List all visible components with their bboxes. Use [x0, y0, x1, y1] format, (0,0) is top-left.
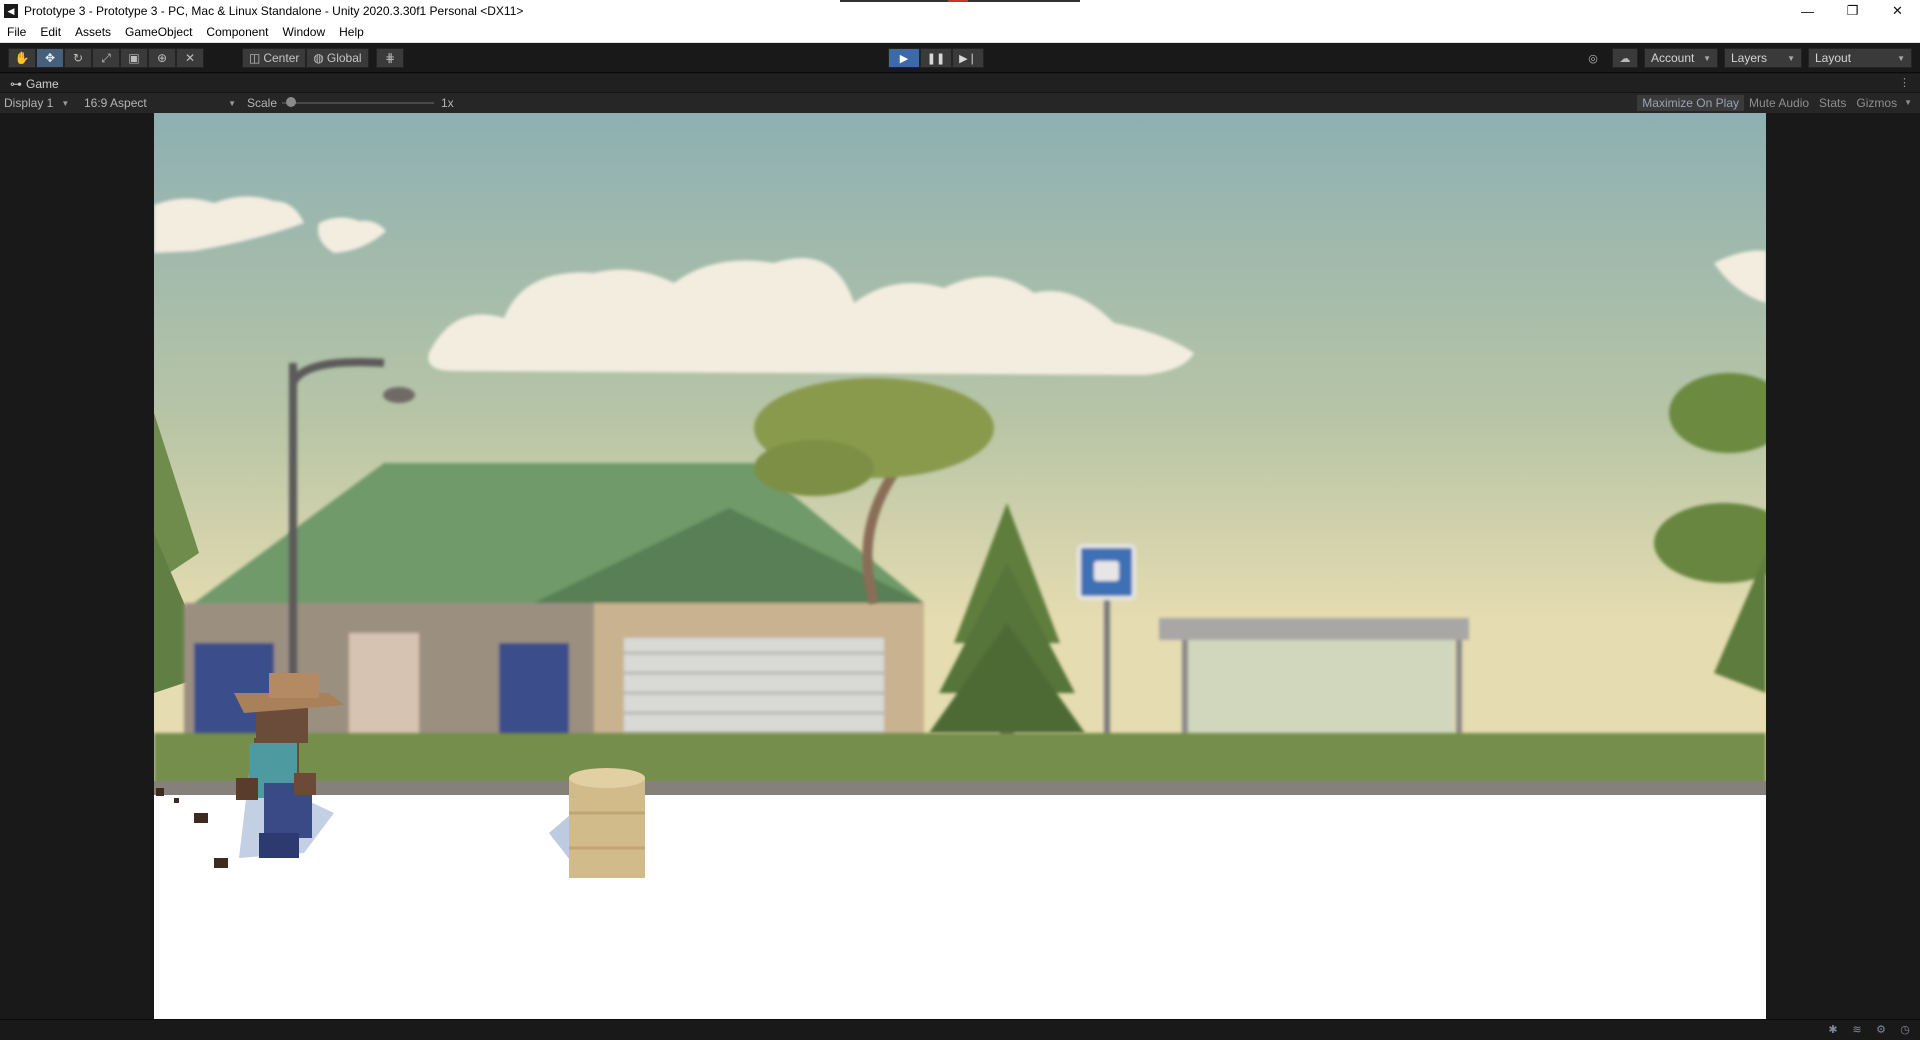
- rect-tool-icon[interactable]: ▣: [120, 48, 148, 68]
- auto-generate-lighting-icon[interactable]: ✱: [1826, 1023, 1840, 1037]
- chevron-down-icon: ▼: [1897, 53, 1905, 63]
- scale-value: 1x: [441, 96, 454, 110]
- menu-bar: File Edit Assets GameObject Component Wi…: [0, 22, 1920, 43]
- transform-tool-icon[interactable]: ⊕: [148, 48, 176, 68]
- pivot-center-icon: ◫: [249, 51, 261, 65]
- play-icon[interactable]: ▶: [888, 48, 920, 68]
- snap-tools: ⋕: [376, 48, 404, 68]
- scale-tool-icon[interactable]: ⤢: [92, 48, 120, 68]
- step-icon[interactable]: ▶❘: [952, 48, 984, 68]
- menu-window[interactable]: Window: [275, 22, 332, 43]
- pivot-tools: ◫ Center ◍ Global: [242, 48, 369, 68]
- aspect-dropdown[interactable]: 16:9 Aspect ▼: [84, 95, 236, 111]
- mute-audio-toggle[interactable]: Mute Audio: [1744, 95, 1814, 111]
- curb: [154, 781, 1766, 795]
- maximize-on-play-toggle[interactable]: Maximize On Play: [1637, 95, 1744, 111]
- toolbar-right: ◎ ☁ Account ▼ Layers ▼ Layout ▼: [1580, 48, 1912, 68]
- game-view-toolbar: Display 1 ▼ 16:9 Aspect ▼ Scale 1x Maximiz…: [0, 93, 1920, 113]
- chevron-down-icon[interactable]: ▼: [1902, 95, 1914, 111]
- chevron-down-icon: ▼: [228, 98, 236, 108]
- chevron-down-icon: ▼: [1703, 53, 1711, 63]
- collab-icon[interactable]: ◎: [1580, 48, 1606, 68]
- title-progress-indicator: [840, 0, 1080, 2]
- scale-slider-track[interactable]: [282, 102, 434, 104]
- menu-assets[interactable]: Assets: [68, 22, 118, 43]
- game-scene: [154, 113, 1766, 1019]
- menu-edit[interactable]: Edit: [33, 22, 68, 43]
- status-icons: ✱ ≋ ⚙ ◷: [1826, 1023, 1912, 1037]
- close-icon[interactable]: ✕: [1875, 0, 1920, 22]
- unity-icon: ◀: [4, 4, 18, 18]
- game-view[interactable]: [154, 113, 1766, 1019]
- globe-icon: ◍: [313, 51, 324, 65]
- game-view-options: Maximize On Play Mute Audio Stats Gizmos…: [1637, 95, 1914, 111]
- scale-slider-handle[interactable]: [286, 97, 296, 107]
- play-controls: ▶ ❚❚ ▶❘: [888, 48, 984, 68]
- grid-snap-icon[interactable]: ⋕: [376, 48, 404, 68]
- scale-label: Scale: [247, 96, 278, 110]
- gamepad-icon: ⊶: [10, 76, 22, 91]
- pause-icon[interactable]: ❚❚: [920, 48, 952, 68]
- panel-tab-bar: ⊶ Game ⋮: [0, 74, 1920, 93]
- window-controls: ― ❐ ✕: [1785, 0, 1920, 22]
- move-tool-icon[interactable]: ✥: [36, 48, 64, 68]
- pivot-rotation-button[interactable]: ◍ Global: [306, 48, 369, 68]
- kebab-menu-icon[interactable]: ⋮: [1899, 76, 1910, 89]
- menu-component[interactable]: Component: [199, 22, 275, 43]
- menu-gameobject[interactable]: GameObject: [118, 22, 199, 43]
- main-toolbar: ✋ ✥ ↻ ⤢ ▣ ⊕ ✕ ◫ Center ◍ Global ⋕ ▶ ❚❚ ▶❘ …: [0, 43, 1920, 73]
- minimize-icon[interactable]: ―: [1785, 0, 1830, 22]
- stats-toggle[interactable]: Stats: [1814, 95, 1851, 111]
- collab-status-icon[interactable]: ◷: [1898, 1023, 1912, 1037]
- status-bar: ✱ ≋ ⚙ ◷: [0, 1019, 1920, 1040]
- gizmos-toggle[interactable]: Gizmos: [1851, 95, 1902, 111]
- menu-file[interactable]: File: [0, 22, 33, 43]
- rotate-tool-icon[interactable]: ↻: [64, 48, 92, 68]
- chevron-down-icon: ▼: [61, 98, 70, 108]
- tab-game[interactable]: ⊶ Game: [4, 74, 65, 93]
- layers-dropdown[interactable]: Layers ▼: [1724, 48, 1802, 68]
- window-title: Prototype 3 - Prototype 3 - PC, Mac & Li…: [24, 4, 524, 18]
- restore-icon[interactable]: ❐: [1830, 0, 1875, 22]
- pivot-mode-button[interactable]: ◫ Center: [242, 48, 307, 68]
- account-dropdown[interactable]: Account ▼: [1644, 48, 1718, 68]
- cloud-icon[interactable]: ☁: [1612, 48, 1638, 68]
- debug-icon[interactable]: ⚙: [1874, 1023, 1888, 1037]
- hand-tool-icon[interactable]: ✋: [8, 48, 36, 68]
- menu-help[interactable]: Help: [332, 22, 371, 43]
- layout-dropdown[interactable]: Layout ▼: [1808, 48, 1912, 68]
- display-dropdown[interactable]: Display 1 ▼: [4, 95, 78, 111]
- ground: [154, 795, 1766, 1019]
- hedge: [154, 733, 1766, 788]
- transform-tools: ✋ ✥ ↻ ⤢ ▣ ⊕ ✕: [8, 48, 204, 68]
- title-bar: ◀ Prototype 3 - Prototype 3 - PC, Mac & …: [0, 0, 1920, 22]
- chevron-down-icon: ▼: [1787, 53, 1795, 63]
- cache-server-icon[interactable]: ≋: [1850, 1023, 1864, 1037]
- custom-tool-icon[interactable]: ✕: [176, 48, 204, 68]
